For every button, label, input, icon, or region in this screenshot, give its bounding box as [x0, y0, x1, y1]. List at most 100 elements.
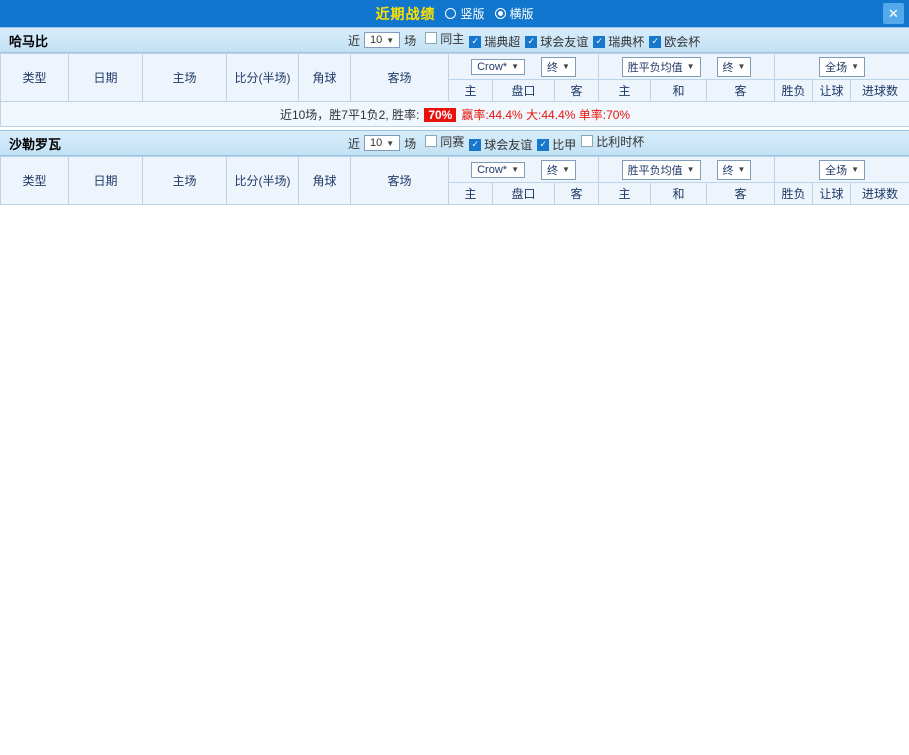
league-checkbox-group: 同主 ✓ 瑞典超 ✓ 球会友谊 ✓ 瑞典杯 ✓ 欧会杯 [420, 30, 700, 51]
bookmaker-value: Crow* [477, 60, 508, 73]
col-asian-home: 主 [448, 182, 493, 205]
final-euro-select[interactable]: 终 ▼ [716, 56, 752, 77]
col-score: 比分(半场) [226, 53, 299, 102]
checkbox-icon[interactable]: ✓ [649, 35, 662, 48]
euro-odds-controls: 胜平负均值 ▼ 终 ▼ [598, 53, 776, 80]
filter-checkbox[interactable]: ✓ 比甲 [537, 136, 576, 153]
col-asian-away: 客 [553, 79, 600, 102]
asian-odds-controls: Crow* ▼ 终 ▼ [447, 53, 600, 80]
filter-checkbox[interactable]: 同赛 [425, 133, 464, 150]
checkbox-label: 球会友谊 [484, 138, 533, 153]
checkbox-label: 比甲 [552, 138, 577, 153]
close-button[interactable]: ✕ [883, 3, 904, 24]
col-date: 日期 [68, 53, 143, 102]
near-label: 近 [348, 136, 361, 151]
checkbox-label: 同主 [440, 31, 465, 46]
filter-checkbox[interactable]: ✓ 欧会杯 [649, 33, 700, 50]
chevron-down-icon: ▼ [851, 165, 860, 174]
col-date: 日期 [68, 156, 143, 205]
avg-odds-select[interactable]: 胜平负均值 ▼ [621, 56, 701, 77]
radio-unselected-icon[interactable] [445, 8, 457, 19]
team-name: 哈马比 [9, 33, 49, 49]
col-handicap: 盘口 [492, 182, 555, 205]
avg-value: 胜平负均值 [627, 164, 683, 177]
checkbox-icon[interactable]: ✓ [469, 35, 482, 48]
filter-checkbox[interactable]: ✓ 球会友谊 [469, 136, 532, 153]
col-euro-away: 客 [706, 182, 776, 205]
scope-value: 全场 [825, 61, 848, 74]
checkbox-icon[interactable] [581, 135, 594, 148]
bookmaker-select[interactable]: Crow* ▼ [471, 161, 525, 178]
checkbox-label: 同赛 [440, 134, 465, 149]
final-euro-select[interactable]: 终 ▼ [716, 159, 752, 180]
col-euro-home: 主 [598, 79, 652, 102]
final-euro-value: 终 [722, 164, 734, 177]
scope-select[interactable]: 全场 ▼ [819, 56, 866, 77]
col-handicap: 盘口 [492, 79, 555, 102]
checkbox-icon[interactable] [425, 32, 438, 45]
checkbox-icon[interactable]: ✓ [525, 35, 538, 48]
team-strip: 哈马比 近 10 ▼ 场 同主 ✓ 瑞典超 ✓ 球会友谊 ✓ 瑞典杯 ✓ 欧会杯 [0, 27, 909, 53]
final-value: 终 [546, 61, 558, 74]
bookmaker-select[interactable]: Crow* ▼ [471, 58, 525, 75]
col-score: 比分(半场) [226, 156, 299, 205]
chevron-down-icon: ▼ [737, 62, 746, 71]
col-home: 主场 [142, 53, 227, 102]
avg-value: 胜平负均值 [627, 61, 683, 74]
final-euro-value: 终 [722, 61, 734, 74]
match-filter: 近 10 ▼ 场 同赛 ✓ 球会友谊 ✓ 比甲 比利时杯 [348, 131, 644, 155]
scope-select[interactable]: 全场 ▼ [819, 159, 866, 180]
match-count-select[interactable]: 10 ▼ [364, 32, 401, 48]
layout-option-vertical[interactable]: 竖版 [445, 5, 485, 22]
filter-checkbox[interactable]: ✓ 瑞典杯 [593, 33, 644, 50]
radio-selected-icon[interactable] [494, 8, 506, 19]
match-count-value: 10 [370, 137, 383, 149]
chevron-down-icon: ▼ [737, 165, 746, 174]
chevron-down-icon: ▼ [386, 138, 395, 148]
near-label: 近 [348, 33, 361, 48]
scope-controls: 全场 ▼ [774, 53, 909, 80]
final-odds-select[interactable]: 终 ▼ [540, 159, 576, 180]
scope-value: 全场 [825, 164, 848, 177]
checkbox-label: 瑞典杯 [608, 35, 645, 50]
col-handicap-result: 让球 [812, 79, 852, 102]
match-count-value: 10 [370, 34, 383, 46]
avg-odds-select[interactable]: 胜平负均值 ▼ [621, 159, 701, 180]
match-count-select[interactable]: 10 ▼ [364, 135, 401, 151]
checkbox-icon[interactable] [425, 135, 438, 148]
filter-checkbox[interactable]: ✓ 球会友谊 [525, 33, 588, 50]
checkbox-icon[interactable]: ✓ [537, 138, 550, 151]
final-odds-select[interactable]: 终 ▼ [540, 56, 576, 77]
win-rate-badge: 70% [424, 107, 457, 122]
layout-option-vertical-label: 竖版 [460, 7, 485, 21]
checkbox-label: 比利时杯 [596, 134, 645, 149]
chevron-down-icon: ▼ [851, 62, 860, 71]
col-corner: 角球 [298, 53, 351, 102]
filter-checkbox[interactable]: 比利时杯 [581, 133, 644, 150]
chevron-down-icon: ▼ [686, 165, 695, 174]
filter-checkbox[interactable]: ✓ 瑞典超 [469, 33, 520, 50]
checkbox-icon[interactable]: ✓ [593, 35, 606, 48]
filter-checkbox[interactable]: 同主 [425, 30, 464, 47]
euro-odds-controls: 胜平负均值 ▼ 终 ▼ [598, 156, 776, 183]
league-checkbox-group: 同赛 ✓ 球会友谊 ✓ 比甲 比利时杯 [420, 133, 644, 154]
checkbox-icon[interactable]: ✓ [469, 138, 482, 151]
rate-stats: 赢率:44.4% 大:44.4% 单率:70% [461, 107, 631, 122]
chevron-down-icon: ▼ [561, 62, 570, 71]
col-wdl: 胜负 [774, 182, 814, 205]
chevron-down-icon: ▼ [686, 62, 695, 71]
col-away: 客场 [350, 53, 449, 102]
col-euro-home: 主 [598, 182, 652, 205]
checkbox-label: 欧会杯 [664, 35, 701, 50]
col-asian-away: 客 [553, 182, 600, 205]
final-value: 终 [546, 164, 558, 177]
team-section-charleroi: 沙勒罗瓦 近 10 ▼ 场 同赛 ✓ 球会友谊 ✓ 比甲 比利时杯 类型 日期 主场 比分(… [0, 130, 909, 205]
bookmaker-value: Crow* [477, 163, 508, 176]
layout-option-horizontal[interactable]: 横版 [494, 5, 534, 22]
stats-footer: 近10场，胜7平1负2, 胜率: 70% 赢率:44.4% 大:44.4% 单率:7… [0, 101, 909, 127]
team-name: 沙勒罗瓦 [9, 136, 62, 152]
scope-controls: 全场 ▼ [774, 156, 909, 183]
col-type: 类型 [0, 53, 69, 102]
layout-option-horizontal-label: 横版 [509, 7, 534, 21]
record-summary: 近10场，胜7平1负2, 胜率: [279, 107, 420, 122]
